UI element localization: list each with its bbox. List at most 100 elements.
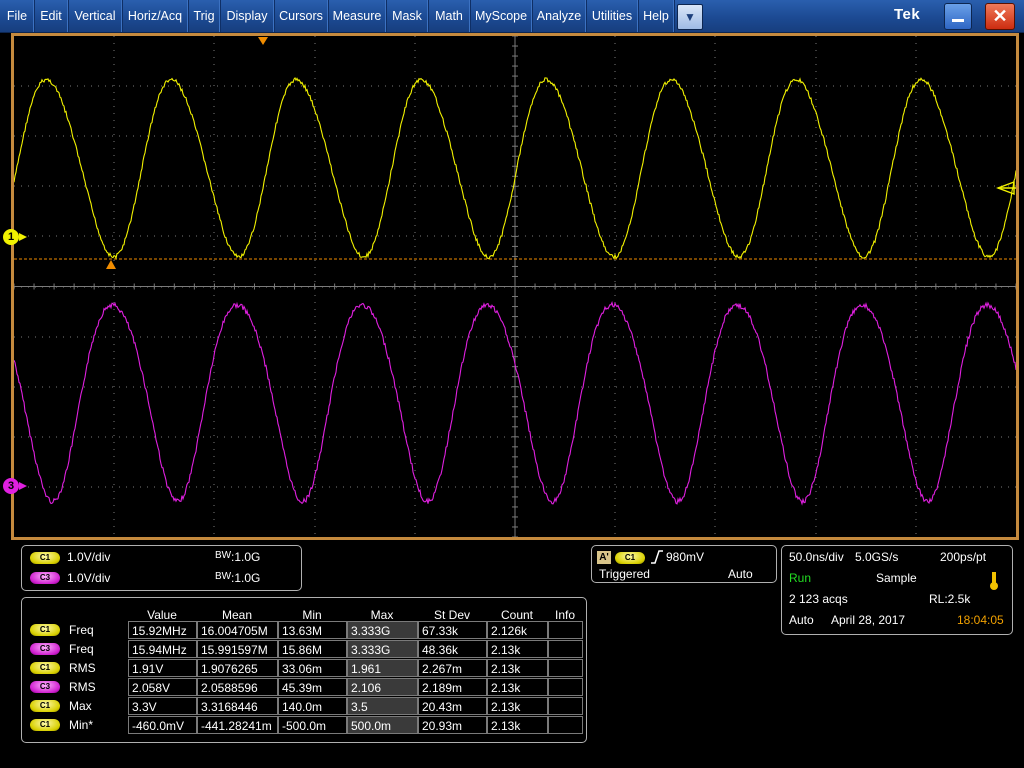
minimize-button[interactable] xyxy=(944,3,972,30)
measurement-channel-badge: C1 xyxy=(30,624,60,636)
menu-vertical[interactable]: Vertical xyxy=(68,0,123,32)
measurement-mean-cell: 15.991597M xyxy=(197,640,278,658)
col-header-max: Max xyxy=(370,608,394,622)
acq-trigger-mode: Auto xyxy=(789,613,814,627)
measurement-min-cell: -500.0m xyxy=(278,716,347,734)
record-length: RL:2.5k xyxy=(929,592,971,606)
menu-dropdown-button[interactable]: ▼ xyxy=(677,4,703,30)
measurement-value-cell: -460.0mV xyxy=(128,716,197,734)
measurement-value-cell: 3.3V xyxy=(128,697,197,715)
measurement-min-cell: 13.63M xyxy=(278,621,347,639)
ch1-bandwidth: :1.0G xyxy=(231,550,261,564)
menu-horiz-acq[interactable]: Horiz/Acq xyxy=(122,0,189,32)
col-header-count: Count xyxy=(500,608,534,622)
ch1-bandwidth-label: BW xyxy=(215,550,232,561)
measurement-name: RMS xyxy=(69,661,96,675)
ch1-marker-arrow-icon xyxy=(19,233,27,241)
measurement-info-cell xyxy=(548,697,583,715)
measurement-stdev-cell: 67.33k xyxy=(418,621,487,639)
col-header-info: Info xyxy=(554,608,575,622)
measurement-stdev-cell: 48.36k xyxy=(418,640,487,658)
menu-utilities[interactable]: Utilities xyxy=(586,0,639,32)
ch3-badge[interactable]: C3 xyxy=(30,572,60,584)
measurement-max-cell: 3.5 xyxy=(347,697,418,715)
measurement-name: Freq xyxy=(69,642,94,656)
ch3-marker-label: 3 xyxy=(7,480,15,492)
measurement-count-cell: 2.13k xyxy=(487,716,548,734)
measurement-min-cell: 45.39m xyxy=(278,678,347,696)
run-state[interactable]: Run xyxy=(789,571,811,585)
measurement-mean-cell: 16.004705M xyxy=(197,621,278,639)
menu-display[interactable]: Display xyxy=(220,0,275,32)
ch1-marker[interactable]: 1 xyxy=(3,229,19,245)
trigger-mode: Auto xyxy=(728,567,753,581)
measurement-min-cell: 15.86M xyxy=(278,640,347,658)
acquisition-count: 2 123 acqs xyxy=(789,592,848,606)
thermometer-icon xyxy=(990,572,998,590)
ch3-marker[interactable]: 3 xyxy=(3,478,19,494)
acq-mode: Sample xyxy=(876,571,917,585)
measurement-mean-cell: -441.28241m xyxy=(197,716,278,734)
minimize-icon xyxy=(952,19,964,22)
measurement-info-cell xyxy=(548,621,583,639)
measurement-name: RMS xyxy=(69,680,96,694)
menu-file[interactable]: File xyxy=(0,0,35,32)
measurement-value-cell: 1.91V xyxy=(128,659,197,677)
measurement-mean-cell: 3.3168446 xyxy=(197,697,278,715)
measurement-count-cell: 2.13k xyxy=(487,697,548,715)
measurement-min-cell: 33.06m xyxy=(278,659,347,677)
measurement-channel-badge: C3 xyxy=(30,643,60,655)
measurement-mean-cell: 1.9076265 xyxy=(197,659,278,677)
close-button[interactable]: ✕ xyxy=(985,3,1015,30)
col-header-min: Min xyxy=(302,608,322,622)
measurement-count-cell: 2.13k xyxy=(487,678,548,696)
acq-date: April 28, 2017 xyxy=(831,613,906,627)
sample-rate: 5.0GS/s xyxy=(855,550,899,564)
col-header-stdev: St Dev xyxy=(433,608,470,622)
menu-measure[interactable]: Measure xyxy=(328,0,387,32)
trigger-status: Triggered xyxy=(599,567,650,581)
graticule-grid xyxy=(14,36,1016,537)
ch1-badge[interactable]: C1 xyxy=(30,552,60,564)
menu-bar: File Edit Vertical Horiz/Acq Trig Displa… xyxy=(0,0,1024,33)
trigger-position-marker[interactable] xyxy=(258,37,268,45)
measurement-count-cell: 2.13k xyxy=(487,659,548,677)
menu-mask[interactable]: Mask xyxy=(386,0,429,32)
measurement-min-cell: 140.0m xyxy=(278,697,347,715)
ch3-marker-arrow-icon xyxy=(19,482,27,490)
menu-math[interactable]: Math xyxy=(428,0,471,32)
measurement-stdev-cell: 20.93m xyxy=(418,716,487,734)
measurement-name: Min* xyxy=(69,718,94,732)
ch1-marker-label: 1 xyxy=(7,231,15,243)
measurement-channel-badge: C1 xyxy=(30,719,60,731)
measurement-info-cell xyxy=(548,640,583,658)
trigger-source-badge: C1 xyxy=(615,552,645,564)
acq-time: 18:04:05 xyxy=(957,613,1004,627)
measurement-max-cell: 3.333G xyxy=(347,621,418,639)
brand-logo: Tek xyxy=(894,6,921,23)
menu-trig[interactable]: Trig xyxy=(188,0,221,32)
measurement-max-cell: 500.0m xyxy=(347,716,418,734)
col-header-value: Value xyxy=(147,608,177,622)
trigger-level: 980mV xyxy=(666,550,705,564)
measurement-mean-cell: 2.0588596 xyxy=(197,678,278,696)
measurement-info-cell xyxy=(548,678,583,696)
waveform-display[interactable] xyxy=(14,36,1016,537)
menu-myscope[interactable]: MyScope xyxy=(470,0,533,32)
measurement-value-cell: 15.92MHz xyxy=(128,621,197,639)
menu-edit[interactable]: Edit xyxy=(34,0,69,32)
timebase: 50.0ns/div xyxy=(789,550,844,564)
measurement-max-cell: 3.333G xyxy=(347,640,418,658)
menu-help[interactable]: Help xyxy=(638,0,675,32)
rising-edge-icon xyxy=(651,550,663,564)
measurement-count-cell: 2.126k xyxy=(487,621,548,639)
measurement-stdev-cell: 2.189m xyxy=(418,678,487,696)
resolution: 200ps/pt xyxy=(940,550,987,564)
measurement-channel-badge: C1 xyxy=(30,662,60,674)
menu-cursors[interactable]: Cursors xyxy=(274,0,329,32)
ch3-bandwidth: :1.0G xyxy=(231,571,261,585)
menu-analyze[interactable]: Analyze xyxy=(532,0,587,32)
measurement-info-cell xyxy=(548,716,583,734)
measurement-name: Freq xyxy=(69,623,94,637)
ch1-scale: 1.0V/div xyxy=(67,550,111,564)
